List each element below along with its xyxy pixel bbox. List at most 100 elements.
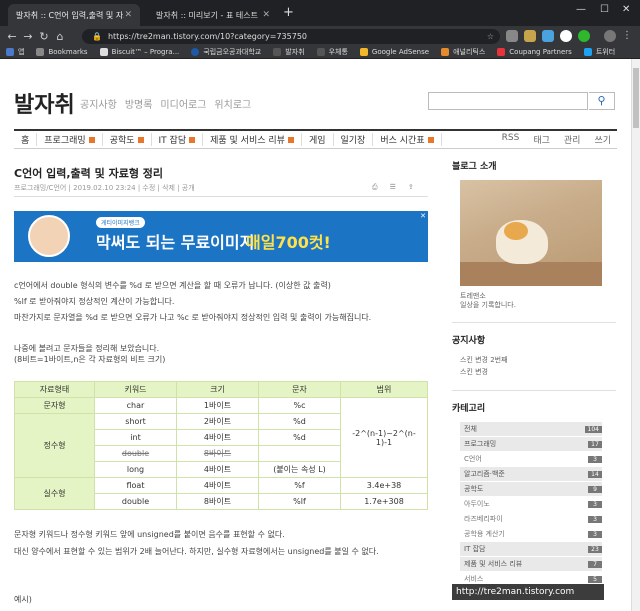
category-item[interactable]: C언어 3 bbox=[460, 452, 602, 467]
cat-spot-shape bbox=[504, 222, 528, 240]
share-icon[interactable]: ⇪ bbox=[408, 183, 414, 192]
bookmark-item[interactable]: 트위터 bbox=[583, 47, 615, 57]
school-icon bbox=[191, 48, 200, 56]
ad-character-image bbox=[28, 215, 70, 257]
search-icon[interactable]: ⚲ bbox=[589, 92, 615, 110]
admin-link[interactable]: 관리 bbox=[564, 133, 581, 146]
ad-close-icon[interactable]: ✕ bbox=[420, 212, 426, 220]
bookmark-item[interactable]: 앱 bbox=[6, 47, 24, 57]
category-count-badge: 14 bbox=[588, 470, 602, 478]
scrollbar[interactable] bbox=[631, 59, 640, 611]
close-icon[interactable]: ✕ bbox=[262, 10, 270, 20]
category-item[interactable]: 아두이노 3 bbox=[460, 497, 602, 512]
blog-logo[interactable]: 발자취 bbox=[14, 87, 75, 119]
analytics-icon bbox=[441, 48, 450, 56]
table-row: 실수형 float 4바이트 %f 3.4e+38 bbox=[14, 477, 428, 510]
category-label: C언어 bbox=[464, 455, 482, 463]
nav-item[interactable]: 공학도 bbox=[103, 133, 152, 146]
category-label: 프로그래밍 bbox=[464, 440, 497, 448]
table-header: 크기 bbox=[176, 381, 259, 398]
category-label: 공학도 bbox=[464, 485, 484, 493]
home-icon[interactable]: ⌂ bbox=[52, 30, 68, 43]
close-window-icon[interactable]: ✕ bbox=[622, 4, 630, 15]
tab-active[interactable]: 발자취 :: C언어 입력,출력 및 자료형 정리 ✕ bbox=[8, 4, 140, 26]
bookmark-item[interactable]: 국립금오공과대학교 bbox=[191, 47, 261, 57]
bookmark-item[interactable]: Bookmarks bbox=[36, 48, 88, 56]
notice-box: 공지사항 스킨 변경 2번째 스킨 변경 bbox=[452, 322, 616, 378]
category-count-badge: 3 bbox=[588, 530, 602, 538]
category-item[interactable]: 제품 및 서비스 리뷰 7 bbox=[460, 557, 602, 572]
category-count-badge: 23 bbox=[588, 545, 602, 553]
close-icon[interactable]: ✕ bbox=[124, 10, 132, 20]
bookmark-item[interactable]: Google AdSense bbox=[359, 48, 429, 56]
extension-icon[interactable] bbox=[524, 30, 536, 42]
category-label: 라즈베리파이 bbox=[464, 515, 503, 523]
rss-link[interactable]: RSS bbox=[502, 133, 520, 146]
category-item[interactable]: 알고리즘·백준 14 bbox=[460, 467, 602, 482]
ad-brand: 게티이미지뱅크 bbox=[96, 217, 145, 228]
category-item[interactable]: 프로그래밍 17 bbox=[460, 437, 602, 452]
bookmark-item[interactable]: Biscuit™ – Progra... bbox=[99, 48, 179, 56]
print-icon[interactable]: ⎙ bbox=[372, 183, 378, 192]
minimize-icon[interactable]: — bbox=[576, 4, 586, 15]
write-link[interactable]: 쓰기 bbox=[594, 133, 611, 146]
list-icon[interactable]: ☰ bbox=[390, 183, 396, 192]
notice-link[interactable]: 스킨 변경 2번째 bbox=[460, 354, 616, 366]
address-bar[interactable]: 🔒 https://tre2man.tistory.com/10?categor… bbox=[82, 29, 500, 44]
intro-line: 트레맨소 bbox=[460, 292, 486, 300]
extension-icon[interactable] bbox=[506, 30, 518, 42]
category-item[interactable]: 공학도 9 bbox=[460, 482, 602, 497]
post-meta: 프로그래밍/C언어 | 2019.02.10 23:24 | 수정 | 삭제 |… bbox=[14, 184, 195, 192]
star-icon[interactable]: ☆ bbox=[487, 32, 494, 41]
category-item[interactable]: IT 잡담 23 bbox=[460, 542, 602, 557]
extension-icon[interactable] bbox=[578, 30, 590, 42]
admin-nav: RSS 태그 관리 쓰기 bbox=[502, 133, 611, 146]
category-box: 카테고리 전체 104 프로그래밍 17 C언어 3 알고리즘·백준 14 공학도 9 아두이노 3 라… bbox=[452, 390, 616, 587]
category-item[interactable]: 전체 104 bbox=[460, 422, 602, 437]
category-item[interactable]: 공학용 계산기 3 bbox=[460, 527, 602, 542]
category-count-badge: 3 bbox=[588, 455, 602, 463]
bookmark-item[interactable]: Coupang Partners bbox=[497, 48, 572, 56]
category-count-badge: 17 bbox=[588, 440, 602, 448]
post-paragraph: 마찬가지로 문자열을 %d 로 받으면 오류가 나고 %c 로 받아줘야지 정상… bbox=[14, 313, 372, 322]
forward-icon[interactable]: → bbox=[20, 30, 36, 43]
table-row: 문자형 char 1바이트 %c -2^(n-1)~2^(n-1)-1 bbox=[14, 397, 428, 478]
top-nav-item[interactable]: 위치로그 bbox=[214, 96, 251, 111]
sidebar-title: 카테고리 bbox=[452, 404, 486, 414]
search-input[interactable] bbox=[428, 92, 588, 110]
avatar[interactable] bbox=[604, 30, 616, 42]
floor-shape bbox=[460, 262, 602, 286]
tab-inactive[interactable]: 발자취 :: 미리보기 - 표 테스트 ✕ bbox=[148, 4, 278, 26]
new-tab-button[interactable]: + bbox=[283, 5, 294, 20]
nav-item-home[interactable]: 홈 bbox=[14, 133, 38, 146]
profile-image bbox=[460, 180, 602, 286]
maximize-icon[interactable]: ☐ bbox=[600, 4, 609, 15]
bookmark-item[interactable]: 애널리틱스 bbox=[441, 47, 485, 57]
reload-icon[interactable]: ↻ bbox=[36, 30, 52, 43]
top-nav-item[interactable]: 공지사항 bbox=[80, 96, 117, 111]
back-icon[interactable]: ← bbox=[4, 30, 20, 43]
top-nav-item[interactable]: 방명록 bbox=[125, 96, 153, 111]
category-item[interactable]: 라즈베리파이 3 bbox=[460, 512, 602, 527]
table-header: 범위 bbox=[340, 381, 428, 398]
nav-item[interactable]: 게임 bbox=[302, 133, 334, 146]
menu-icon[interactable]: ⋮ bbox=[622, 30, 634, 42]
top-nav-item[interactable]: 미디어로그 bbox=[160, 96, 206, 111]
bookmark-item[interactable]: 발자취 bbox=[273, 47, 305, 57]
nav-item[interactable]: 버스 시간표 bbox=[373, 133, 442, 146]
ad-banner[interactable]: 게티이미지뱅크 막써도 되는 무료이미지 매일700컷! ✕ bbox=[14, 211, 428, 262]
tag-link[interactable]: 태그 bbox=[533, 133, 550, 146]
nav-item[interactable]: 제품 및 서비스 리뷰 bbox=[203, 133, 302, 146]
category-label: IT 잡담 bbox=[464, 545, 486, 553]
sidebar: 블로그 소개 트레맨소 일상을 기록합니다. 공지사항 스킨 변경 2번째 스킨… bbox=[452, 159, 616, 587]
extension-icon[interactable] bbox=[542, 30, 554, 42]
nav-item[interactable]: 프로그래밍 bbox=[37, 133, 103, 146]
nav-item[interactable]: 일기장 bbox=[334, 133, 374, 146]
bookmark-item[interactable]: 우체통 bbox=[316, 47, 348, 57]
nav-item[interactable]: IT 잡담 bbox=[152, 133, 204, 146]
tistory-icon bbox=[316, 48, 325, 56]
category-label: 제품 및 서비스 리뷰 bbox=[464, 560, 523, 568]
notice-link[interactable]: 스킨 변경 bbox=[460, 366, 616, 378]
scrollbar-thumb[interactable] bbox=[633, 68, 639, 128]
extension-icon[interactable] bbox=[560, 30, 572, 42]
